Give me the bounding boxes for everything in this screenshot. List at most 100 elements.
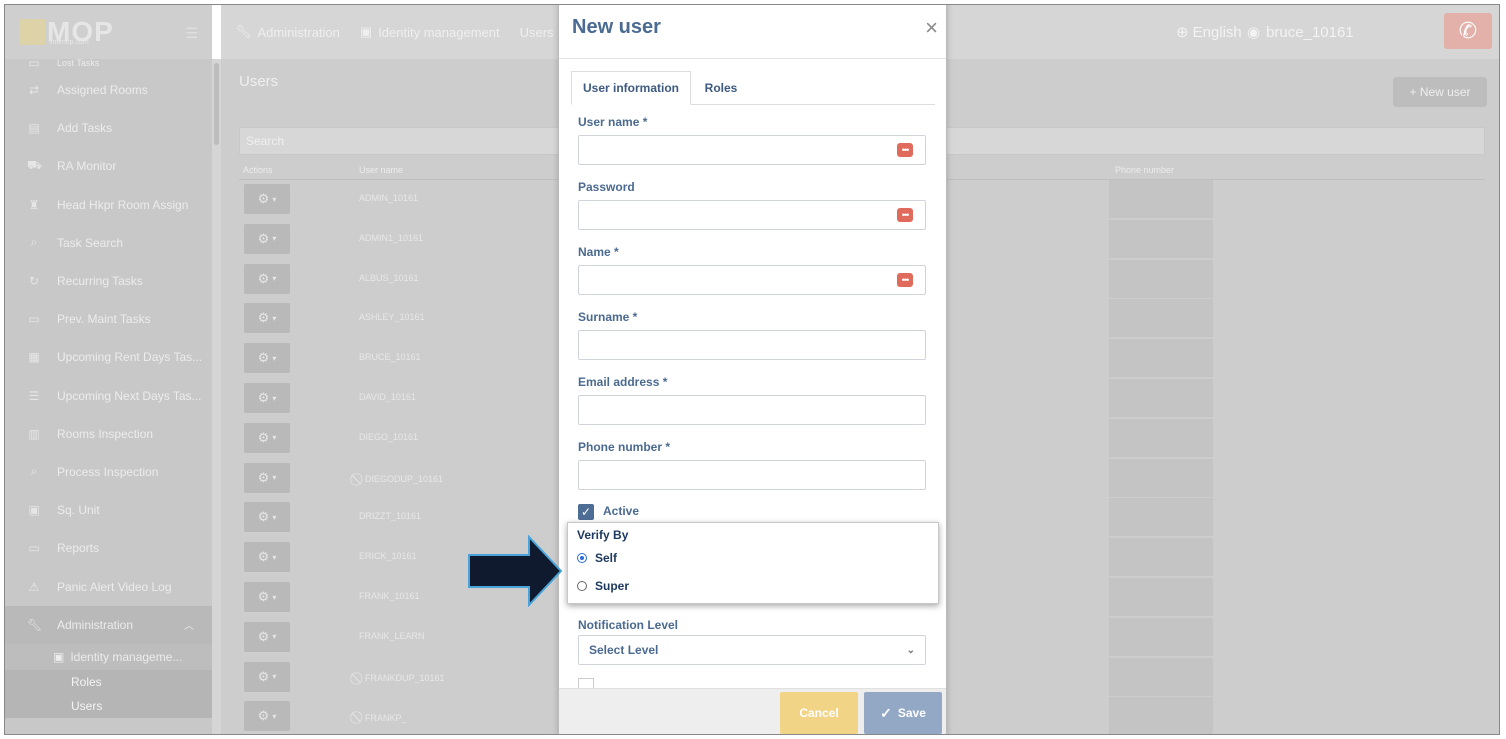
- breadcrumb-users[interactable]: Users: [520, 25, 554, 40]
- sidebar-item[interactable]: ▭ Prev. Maint Tasks: [5, 300, 212, 338]
- sidebar-item[interactable]: ▦ Upcoming Rent Days Tas...: [5, 338, 212, 376]
- row-actions-button[interactable]: ⚙ ▾: [244, 701, 290, 732]
- sidebar-item-roles[interactable]: Roles: [5, 669, 212, 694]
- username-label: bruce_10161: [1266, 23, 1354, 41]
- sidebar-item[interactable]: ▣ Sq. Unit: [5, 491, 212, 529]
- row-actions-button[interactable]: ⚙ ▾: [244, 263, 290, 294]
- sidebar-item-partial[interactable]: ▭ Lost Tasks: [5, 59, 212, 71]
- row-actions-button[interactable]: ⚙ ▾: [244, 621, 290, 652]
- column-header-username: User name: [359, 165, 404, 175]
- row-actions-button[interactable]: ⚙ ▾: [244, 422, 290, 453]
- breadcrumb-identity-management[interactable]: ▣ Identity management: [360, 24, 500, 40]
- password-manager-icon[interactable]: •••: [897, 273, 913, 287]
- column-header-actions: Actions: [243, 165, 273, 175]
- radio-self[interactable]: [577, 553, 587, 563]
- row-actions-button[interactable]: ⚙ ▾: [244, 303, 290, 334]
- username-cell: DAVID_10161: [359, 392, 416, 402]
- caret-down-icon: ▾: [272, 592, 277, 602]
- caret-down-icon: ▾: [272, 194, 277, 204]
- sidebar-item[interactable]: ☰ Upcoming Next Days Tas...: [5, 377, 212, 415]
- menu-icon: ⛟: [27, 158, 43, 173]
- wrench-icon: 🔧︎: [27, 617, 43, 632]
- cancel-button[interactable]: Cancel: [780, 692, 858, 734]
- username-text: FRANKP_: [365, 712, 407, 723]
- row-actions-button[interactable]: ⚙ ▾: [244, 223, 290, 254]
- sidebar-item[interactable]: ⌕ Process Inspection: [5, 453, 212, 491]
- username-text: FRANK_LEARN: [359, 630, 425, 641]
- field-label: Password: [578, 180, 635, 194]
- username-cell: DRIZZT_10161: [359, 511, 421, 521]
- row-actions-button[interactable]: ⚙ ▾: [244, 383, 290, 413]
- sidebar-item-label: RA Monitor: [57, 159, 117, 174]
- row-actions-button[interactable]: ⚙ ▾: [244, 184, 290, 214]
- menu-icon: ▦: [28, 350, 40, 365]
- notification-level-select[interactable]: Select Level ⌄: [578, 635, 926, 665]
- sidebar-item[interactable]: ⛟ RA Monitor: [5, 147, 212, 185]
- sidebar-item[interactable]: ⇄ Assigned Rooms: [5, 71, 212, 109]
- password-manager-icon[interactable]: •••: [897, 143, 913, 157]
- text-field[interactable]: [578, 330, 926, 360]
- caret-down-icon: ▾: [272, 672, 277, 682]
- verify-by-title: Verify By: [577, 528, 629, 542]
- close-icon[interactable]: ×: [925, 17, 938, 39]
- text-field[interactable]: [578, 395, 926, 425]
- sidebar-item-label: Add Tasks: [57, 121, 113, 136]
- sidebar-item-label: Assigned Rooms: [57, 83, 148, 98]
- sidebar-item-administration[interactable]: 🔧︎ Administration ︿: [5, 605, 212, 644]
- sidebar-item[interactable]: ▭ Reports: [5, 529, 212, 567]
- row-actions-button[interactable]: ⚙ ▾: [244, 343, 290, 374]
- sidebar-item-label: Process Inspection: [57, 464, 159, 479]
- save-button[interactable]: ✓ Save: [864, 692, 942, 734]
- tab-roles[interactable]: Roles: [695, 71, 747, 105]
- row-actions-button[interactable]: ⚙ ▾: [244, 462, 290, 493]
- active-checkbox[interactable]: ✓: [578, 504, 594, 520]
- phone-cell: [1109, 538, 1213, 577]
- default-checkbox-partial[interactable]: [578, 678, 594, 688]
- verify-option-super[interactable]: Super: [577, 579, 629, 593]
- user-menu[interactable]: ◉ bruce_10161: [1247, 23, 1354, 42]
- menu-icon: ⇄: [28, 83, 40, 98]
- sidebar-item[interactable]: ⚠ Panic Alert Video Log: [5, 567, 212, 605]
- sidebar-item-identity-management[interactable]: ▣ Identity manageme...: [5, 643, 212, 670]
- new-user-button[interactable]: + New user: [1393, 77, 1487, 107]
- username-text: ADMIN1_10161: [359, 232, 424, 243]
- dialog-tabs: User information Roles: [571, 71, 935, 105]
- text-field[interactable]: •••: [578, 135, 926, 165]
- logo[interactable]: MOP vmimop.com ☰: [5, 5, 212, 59]
- text-field[interactable]: [578, 460, 926, 490]
- dialog-header: New user ×: [559, 5, 946, 59]
- breadcrumb-administration[interactable]: 🔧︎ Administration: [235, 24, 340, 40]
- gear-icon: ⚙: [257, 191, 270, 206]
- username-text: ADMIN_10161: [359, 193, 419, 203]
- phone-cell: [1109, 697, 1213, 734]
- phone-cell: [1109, 458, 1213, 497]
- sidebar-item[interactable]: ↻ Recurring Tasks: [5, 262, 212, 300]
- password-manager-icon[interactable]: •••: [897, 208, 913, 222]
- select-value: Select Level: [589, 643, 659, 657]
- menu-toggle-icon[interactable]: ☰: [185, 25, 198, 42]
- breadcrumb-label: Administration: [257, 24, 340, 40]
- sidebar-item[interactable]: ▥ Rooms Inspection: [5, 415, 212, 453]
- phone-icon[interactable]: ✆: [1444, 13, 1492, 49]
- sidebar-item[interactable]: ⌕ Task Search: [5, 224, 212, 262]
- sidebar-scrollbar-thumb[interactable]: [214, 63, 219, 145]
- breadcrumb-label: Identity management: [378, 24, 500, 40]
- menu-icon: ☰: [28, 388, 40, 403]
- text-field[interactable]: •••: [578, 265, 926, 295]
- caret-down-icon: ▾: [272, 234, 277, 244]
- sidebar-item-users[interactable]: Users: [5, 693, 212, 718]
- tab-user-information[interactable]: User information: [571, 71, 691, 105]
- language-selector[interactable]: ⊕ English: [1176, 23, 1242, 42]
- row-actions-button[interactable]: ⚙ ▾: [244, 542, 290, 573]
- row-actions-button[interactable]: ⚙ ▾: [244, 582, 290, 612]
- sidebar-item[interactable]: ♜ Head Hkpr Room Assign: [5, 186, 212, 224]
- verify-option-self[interactable]: Self: [577, 551, 617, 565]
- sidebar-scrollbar[interactable]: [212, 59, 221, 734]
- gear-icon: ⚙: [257, 589, 270, 604]
- radio-super[interactable]: [577, 581, 587, 591]
- text-field[interactable]: •••: [578, 200, 926, 230]
- sidebar-item[interactable]: ▤ Add Tasks: [5, 109, 212, 147]
- row-actions-button[interactable]: ⚙ ▾: [244, 661, 290, 692]
- row-actions-button[interactable]: ⚙ ▾: [244, 502, 290, 533]
- caret-down-icon: ▾: [272, 632, 277, 642]
